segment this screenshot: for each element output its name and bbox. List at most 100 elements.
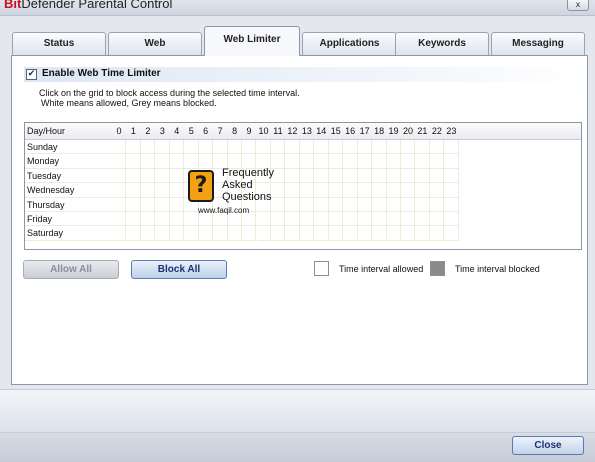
time-grid-cell[interactable]: [328, 212, 344, 227]
time-grid-cell[interactable]: [357, 197, 373, 212]
time-grid-cell[interactable]: [415, 168, 430, 184]
time-grid-cell[interactable]: [299, 226, 315, 241]
tab-messaging[interactable]: Messaging: [491, 32, 585, 55]
time-grid-cell[interactable]: [112, 140, 127, 155]
tab-status[interactable]: Status: [12, 32, 106, 55]
time-grid-cell[interactable]: [184, 226, 199, 241]
time-grid[interactable]: Day/Hour 0 1 2 3 4 5 6 7 8 9 10 11 12 13 14 15 16 17 18 19 2…: [24, 122, 582, 250]
time-grid-cell[interactable]: [285, 168, 300, 184]
time-grid-cell[interactable]: [270, 226, 286, 241]
time-grid-cell[interactable]: [169, 140, 185, 155]
time-grid-cell[interactable]: [112, 183, 127, 198]
time-grid-cell[interactable]: [242, 226, 257, 241]
time-grid-cell[interactable]: [270, 140, 286, 155]
time-grid-cell[interactable]: [314, 226, 329, 241]
time-grid-cell[interactable]: [328, 154, 344, 169]
time-grid-cell[interactable]: [444, 212, 459, 227]
allow-all-button[interactable]: Allow All: [23, 260, 119, 279]
time-grid-cell[interactable]: [372, 212, 387, 227]
time-grid-cell[interactable]: [140, 140, 156, 155]
time-grid-cell[interactable]: [386, 212, 401, 227]
time-grid-cell[interactable]: [372, 168, 387, 184]
time-grid-cell[interactable]: [401, 183, 416, 198]
time-grid-cell[interactable]: [169, 168, 185, 184]
time-grid-cell[interactable]: [126, 154, 141, 169]
time-grid-cell[interactable]: [126, 212, 141, 227]
time-grid-cell[interactable]: [415, 183, 430, 198]
time-grid-cell[interactable]: [401, 197, 416, 212]
time-grid-cell[interactable]: [429, 168, 445, 184]
time-grid-cell[interactable]: [299, 154, 315, 169]
time-grid-cell[interactable]: [169, 197, 185, 212]
time-grid-cell[interactable]: [126, 183, 141, 198]
time-grid-cell[interactable]: [299, 197, 315, 212]
time-grid-cell[interactable]: [343, 197, 358, 212]
time-grid-cell[interactable]: [357, 140, 373, 155]
time-grid-cell[interactable]: [386, 154, 401, 169]
time-grid-cell[interactable]: [285, 197, 300, 212]
time-grid-cell[interactable]: [415, 226, 430, 241]
time-grid-cell[interactable]: [401, 212, 416, 227]
time-grid-cell[interactable]: [169, 183, 185, 198]
time-grid-cell[interactable]: [155, 154, 170, 169]
close-button[interactable]: Close: [512, 436, 584, 455]
time-grid-cell[interactable]: [299, 140, 315, 155]
time-grid-cell[interactable]: [444, 226, 459, 241]
block-all-button[interactable]: Block All: [131, 260, 227, 279]
time-grid-cell[interactable]: [285, 154, 300, 169]
time-grid-cell[interactable]: [343, 168, 358, 184]
time-grid-cell[interactable]: [299, 168, 315, 184]
time-grid-cell[interactable]: [140, 154, 156, 169]
time-grid-cell[interactable]: [429, 140, 445, 155]
time-grid-cell[interactable]: [372, 140, 387, 155]
enable-limiter-checkbox[interactable]: ✔: [26, 69, 37, 80]
time-grid-cell[interactable]: [256, 140, 271, 155]
time-grid-cell[interactable]: [372, 197, 387, 212]
time-grid-cell[interactable]: [198, 226, 214, 241]
time-grid-cell[interactable]: [314, 212, 329, 227]
time-grid-cell[interactable]: [328, 197, 344, 212]
time-grid-cell[interactable]: [429, 197, 445, 212]
time-grid-cell[interactable]: [357, 212, 373, 227]
time-grid-cell[interactable]: [415, 140, 430, 155]
time-grid-cell[interactable]: [155, 168, 170, 184]
time-grid-cell[interactable]: [357, 226, 373, 241]
time-grid-cell[interactable]: [314, 154, 329, 169]
time-grid-cell[interactable]: [227, 226, 243, 241]
time-grid-cell[interactable]: [386, 168, 401, 184]
time-grid-cell[interactable]: [401, 140, 416, 155]
time-grid-cell[interactable]: [155, 226, 170, 241]
time-grid-cell[interactable]: [140, 183, 156, 198]
time-grid-cell[interactable]: [126, 197, 141, 212]
time-grid-cell[interactable]: [415, 197, 430, 212]
time-grid-cell[interactable]: [285, 140, 300, 155]
time-grid-cell[interactable]: [227, 140, 243, 155]
time-grid-cell[interactable]: [372, 154, 387, 169]
time-grid-cell[interactable]: [242, 140, 257, 155]
time-grid-cell[interactable]: [357, 168, 373, 184]
time-grid-cell[interactable]: [328, 183, 344, 198]
time-grid-cell[interactable]: [343, 140, 358, 155]
window-close-button[interactable]: x: [567, 0, 589, 11]
time-grid-cell[interactable]: [299, 183, 315, 198]
time-grid-cell[interactable]: [140, 168, 156, 184]
time-grid-cell[interactable]: [343, 154, 358, 169]
enable-limiter-label[interactable]: Enable Web Time Limiter: [42, 68, 161, 79]
time-grid-cell[interactable]: [256, 226, 271, 241]
tab-web-limiter[interactable]: Web Limiter: [204, 26, 300, 56]
time-grid-cell[interactable]: [343, 226, 358, 241]
time-grid-cell[interactable]: [328, 168, 344, 184]
time-grid-cell[interactable]: [213, 140, 228, 155]
time-grid-cell[interactable]: [112, 154, 127, 169]
time-grid-cell[interactable]: [386, 197, 401, 212]
time-grid-cell[interactable]: [314, 197, 329, 212]
time-grid-cell[interactable]: [444, 154, 459, 169]
tab-keywords[interactable]: Keywords: [395, 32, 489, 55]
time-grid-cell[interactable]: [444, 168, 459, 184]
time-grid-cell[interactable]: [126, 168, 141, 184]
time-grid-cell[interactable]: [184, 140, 199, 155]
time-grid-cell[interactable]: [112, 212, 127, 227]
time-grid-cell[interactable]: [328, 226, 344, 241]
time-grid-cell[interactable]: [155, 140, 170, 155]
time-grid-cell[interactable]: [126, 226, 141, 241]
